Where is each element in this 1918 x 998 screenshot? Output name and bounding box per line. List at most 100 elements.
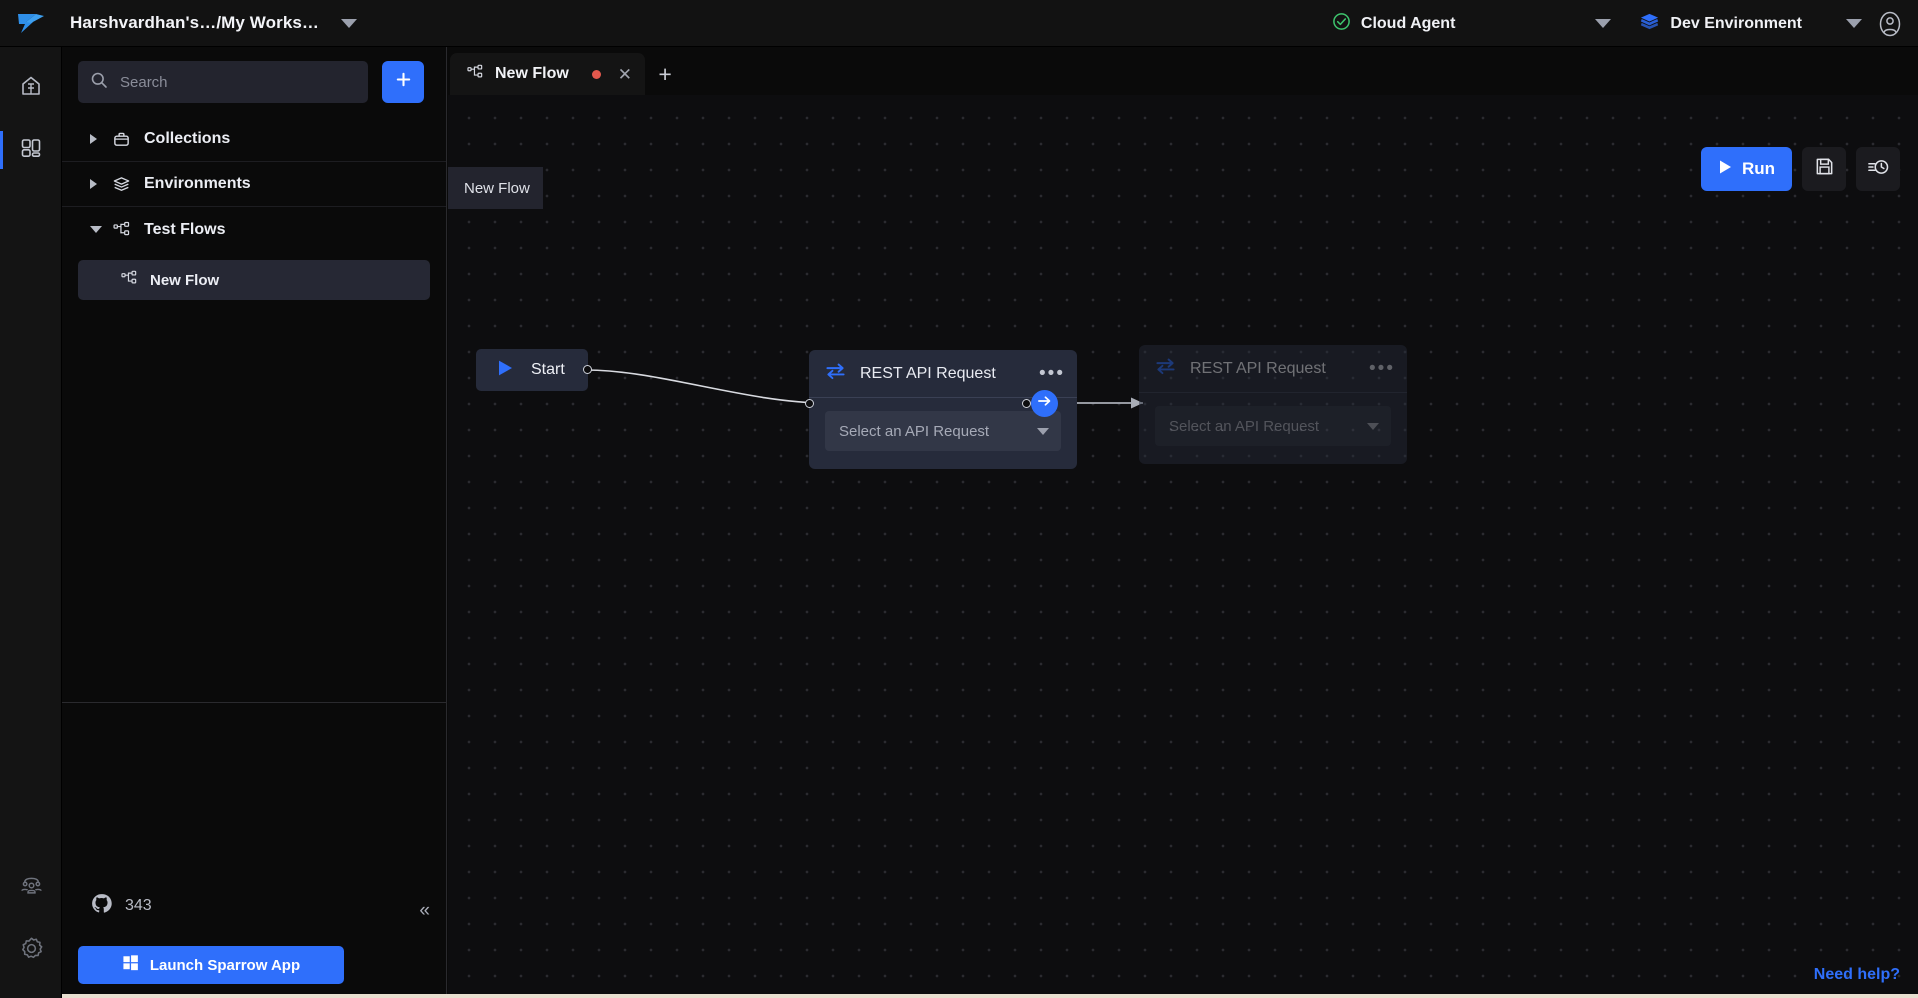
floppy-save-icon xyxy=(1814,156,1835,182)
play-icon xyxy=(1718,159,1733,180)
sidebar-item-test-flows-label: Test Flows xyxy=(144,220,226,238)
unsaved-indicator-dot xyxy=(591,69,601,79)
clock-history-icon xyxy=(1867,156,1890,183)
github-icon xyxy=(90,892,113,920)
chevron-down-icon xyxy=(1367,422,1379,430)
node-title: REST API Request xyxy=(1190,359,1326,377)
add-node-button[interactable] xyxy=(1031,390,1058,417)
environment-selector[interactable]: Dev Environment xyxy=(1639,0,1862,47)
check-circle-icon xyxy=(1332,12,1351,36)
main-area: New Flow ✕ + New Flow Run Start REST API… xyxy=(448,47,1918,998)
request-exchange-icon xyxy=(825,362,846,385)
run-button-label: Run xyxy=(1741,159,1776,178)
environment-label: Dev Environment xyxy=(1670,14,1802,32)
flow-name-label: New Flow xyxy=(464,179,530,197)
rail-item-home[interactable] xyxy=(0,57,62,119)
github-star-count: 343 xyxy=(125,897,152,914)
flow-name-chip[interactable]: New Flow xyxy=(448,167,543,209)
flow-nodes-icon xyxy=(120,269,138,292)
sidebar-item-collections-label: Collections xyxy=(144,130,231,147)
api-request-select[interactable]: Select an API Request xyxy=(1155,406,1391,446)
ellipsis-icon[interactable]: ••• xyxy=(1369,359,1395,378)
api-request-select[interactable]: Select an API Request xyxy=(825,411,1061,451)
environment-chevron-down-icon[interactable] xyxy=(1846,19,1862,28)
sparrow-bird-logo[interactable] xyxy=(0,0,62,47)
rail-bottom-group xyxy=(0,858,62,998)
play-icon xyxy=(497,359,514,382)
node-rest-1-input-port[interactable] xyxy=(805,399,814,408)
tab-new-flow[interactable]: New Flow ✕ xyxy=(450,53,646,95)
sidebar-collapse-button[interactable]: « xyxy=(419,901,430,920)
sidebar-divider xyxy=(62,702,446,703)
launch-sparrow-app-label: Launch Sparrow App xyxy=(149,956,301,974)
sidebar: Collections Environments xyxy=(62,47,447,998)
windows-icon xyxy=(122,954,139,976)
tab-label: New Flow xyxy=(495,65,569,82)
workspace-breadcrumb[interactable]: Harshvardhan's…/My Works… xyxy=(70,13,319,33)
search-input[interactable] xyxy=(120,73,356,91)
sidebar-flow-item-label: New Flow xyxy=(150,271,220,289)
node-rest-api-request-2-ghost[interactable]: REST API Request ••• Select an API Reque… xyxy=(1139,345,1407,464)
launch-sparrow-app-button[interactable]: Launch Sparrow App xyxy=(78,946,344,984)
bottom-scroll-strip[interactable] xyxy=(62,994,1918,998)
api-request-select-label: Select an API Request xyxy=(1169,417,1320,435)
workspace-grid-icon xyxy=(18,135,44,166)
rail-item-team[interactable] xyxy=(0,858,62,920)
add-button[interactable] xyxy=(382,61,424,103)
run-button[interactable]: Run xyxy=(1701,147,1792,191)
search-box[interactable] xyxy=(78,61,368,103)
flow-nodes-icon xyxy=(112,220,144,239)
plus-icon xyxy=(394,70,413,94)
user-avatar-icon[interactable] xyxy=(1862,0,1918,47)
sidebar-search-row xyxy=(62,47,446,103)
node-rest-1-output-port[interactable] xyxy=(1022,399,1031,408)
layers-icon xyxy=(112,175,144,194)
workspace-chevron-down-icon[interactable] xyxy=(341,18,358,28)
github-stars[interactable]: 343 xyxy=(90,892,152,920)
sidebar-tree: Collections Environments Test Flows New … xyxy=(62,117,446,300)
node-body: Select an API Request xyxy=(1139,393,1407,464)
flow-canvas[interactable]: New Flow Run Start REST API Request ••• … xyxy=(448,95,1918,998)
sidebar-item-environments-label: Environments xyxy=(144,175,251,192)
flow-nodes-icon xyxy=(466,63,484,86)
node-start-output-port[interactable] xyxy=(583,365,592,374)
node-start[interactable]: Start xyxy=(476,349,588,391)
api-request-select-label: Select an API Request xyxy=(839,422,990,440)
cloud-agent-label: Cloud Agent xyxy=(1360,14,1456,32)
top-bar-right: Cloud Agent Dev Environment xyxy=(1332,0,1918,47)
request-exchange-icon xyxy=(1155,357,1176,380)
history-button[interactable] xyxy=(1856,147,1900,191)
close-icon[interactable]: ✕ xyxy=(618,66,632,83)
add-tab-button[interactable]: + xyxy=(645,53,685,95)
layers-icon xyxy=(1639,11,1660,37)
sidebar-item-collections[interactable]: Collections xyxy=(62,117,446,162)
left-rail xyxy=(0,47,62,998)
cloud-agent-selector[interactable]: Cloud Agent xyxy=(1332,0,1612,47)
home-icon xyxy=(18,73,44,104)
canvas-toolbar: Run xyxy=(1701,147,1900,191)
sidebar-flow-item-new-flow[interactable]: New Flow xyxy=(78,260,430,300)
tab-bar: New Flow ✕ + xyxy=(448,47,1918,95)
need-help-link[interactable]: Need help? xyxy=(1814,966,1900,984)
gear-icon xyxy=(18,935,45,967)
top-bar: Harshvardhan's…/My Works… Cloud Agent De… xyxy=(0,0,1918,47)
chevron-down-icon[interactable] xyxy=(90,226,112,233)
sidebar-item-test-flows[interactable]: Test Flows xyxy=(62,207,446,252)
chevron-down-icon xyxy=(1037,427,1049,435)
save-button[interactable] xyxy=(1802,147,1846,191)
chevron-right-icon[interactable] xyxy=(90,134,112,144)
cloud-agent-chevron-down-icon[interactable] xyxy=(1595,19,1612,28)
search-icon xyxy=(90,71,108,94)
sidebar-item-environments[interactable]: Environments xyxy=(62,162,446,207)
chevron-right-icon[interactable] xyxy=(90,179,112,189)
app-window: Harshvardhan's…/My Works… Cloud Agent De… xyxy=(0,0,1918,998)
flow-edges xyxy=(585,369,1143,409)
rail-item-settings[interactable] xyxy=(0,920,62,982)
node-start-label: Start xyxy=(531,361,565,378)
ellipsis-icon[interactable]: ••• xyxy=(1039,364,1065,383)
node-title: REST API Request xyxy=(860,364,996,382)
team-people-icon xyxy=(18,873,45,905)
arrow-right-circle-icon xyxy=(1037,394,1052,413)
rail-item-workspace[interactable] xyxy=(0,119,62,181)
collection-box-icon xyxy=(112,130,144,149)
